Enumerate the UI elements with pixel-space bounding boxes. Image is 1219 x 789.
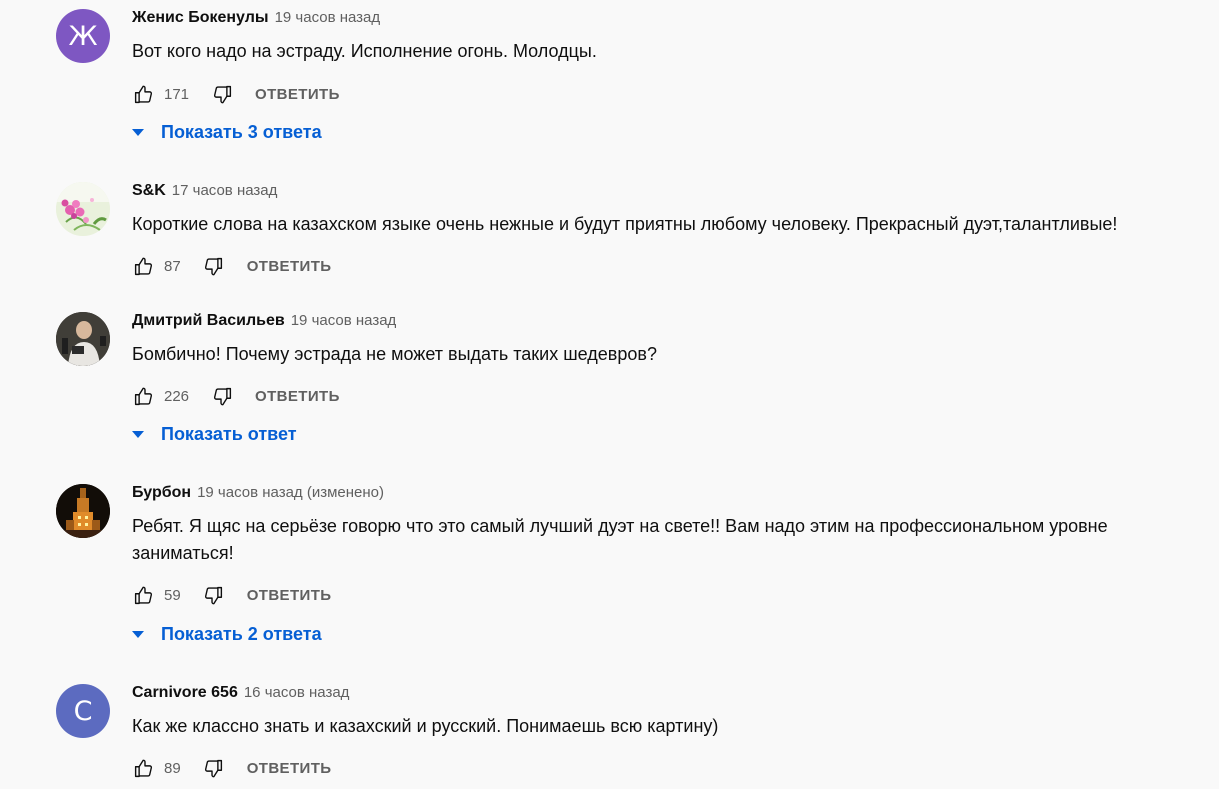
comment-author[interactable]: Дмитрий Васильев	[132, 312, 285, 330]
like-button[interactable]	[132, 757, 154, 779]
like-button[interactable]	[132, 83, 154, 105]
like-button[interactable]	[132, 584, 154, 606]
dislike-button[interactable]	[211, 83, 233, 105]
comment-time[interactable]: 17 часов назад	[172, 182, 278, 199]
comment-text: Бомбично! Почему эстрада не может выдать…	[132, 344, 657, 364]
avatar[interactable]	[56, 484, 110, 538]
thumbs-down-icon	[205, 586, 223, 604]
comment-text: Короткие слова на казахском языке очень …	[132, 214, 1118, 234]
avatar[interactable]	[56, 312, 110, 366]
caret-down-icon	[132, 430, 144, 438]
avatar[interactable]	[56, 182, 110, 236]
show-replies-button[interactable]: Показать 3 ответа	[131, 119, 322, 145]
reply-button[interactable]: ОТВЕТИТЬ	[255, 86, 340, 103]
comment-text: Как же классно знать и казахский и русск…	[132, 716, 719, 736]
like-button[interactable]	[132, 385, 154, 407]
show-replies-button[interactable]: Показать ответ	[131, 421, 297, 447]
dislike-button[interactable]	[203, 757, 225, 779]
show-replies-label: Показать ответ	[161, 423, 297, 444]
caret-down-icon	[132, 630, 144, 638]
like-count: 226	[164, 387, 190, 405]
like-button[interactable]	[132, 255, 154, 277]
caret-down-icon	[132, 128, 144, 136]
dislike-button[interactable]	[203, 584, 225, 606]
reply-button[interactable]: ОТВЕТИТЬ	[247, 258, 332, 275]
comment-action-bar: 59 ОТВЕТИТЬ	[132, 583, 331, 607]
comment-author[interactable]: S&K	[132, 182, 166, 200]
show-replies-label: Показать 2 ответа	[161, 623, 322, 644]
comment-time[interactable]: 16 часов назад	[244, 684, 350, 701]
like-count: 59	[164, 586, 181, 604]
thumbs-up-icon	[134, 759, 152, 777]
comment-text: Ребят. Я щяс на серьёзе говорю что это с…	[132, 516, 1108, 563]
thumbs-up-icon	[134, 257, 152, 275]
thumbs-up-icon	[134, 387, 152, 405]
comment-text: Вот кого надо на эстраду. Исполнение ого…	[132, 41, 597, 61]
reply-button[interactable]: ОТВЕТИТЬ	[247, 587, 332, 604]
show-replies-label: Показать 3 ответа	[161, 121, 322, 142]
avatar-letter: C	[73, 695, 93, 727]
dislike-button[interactable]	[203, 255, 225, 277]
avatar-letter: Ж	[68, 20, 98, 52]
man-photo	[56, 312, 110, 366]
like-count: 87	[164, 257, 181, 275]
comment-author[interactable]: Женис Бокенулы	[132, 9, 269, 27]
comment-action-bar: 226 ОТВЕТИТЬ	[132, 384, 340, 408]
show-replies-button[interactable]: Показать 2 ответа	[131, 621, 322, 647]
comment-action-bar: 87 ОТВЕТИТЬ	[132, 254, 331, 278]
dislike-button[interactable]	[211, 385, 233, 407]
thumbs-down-icon	[213, 85, 231, 103]
reply-button[interactable]: ОТВЕТИТЬ	[247, 760, 332, 777]
like-count: 89	[164, 759, 181, 777]
comment-action-bar: 89 ОТВЕТИТЬ	[132, 756, 331, 780]
flowers-photo	[56, 182, 110, 236]
avatar[interactable]: C	[56, 684, 110, 738]
thumbs-up-icon	[134, 85, 152, 103]
comment-author[interactable]: Carnivore 656	[132, 684, 238, 702]
thumbs-down-icon	[213, 387, 231, 405]
reply-button[interactable]: ОТВЕТИТЬ	[255, 388, 340, 405]
thumbs-down-icon	[205, 257, 223, 275]
avatar[interactable]: Ж	[56, 9, 110, 63]
thumbs-up-icon	[134, 586, 152, 604]
comment-action-bar: 171 ОТВЕТИТЬ	[132, 82, 340, 106]
like-count: 171	[164, 85, 190, 103]
thumbs-down-icon	[205, 759, 223, 777]
comment-time[interactable]: 19 часов назад	[291, 312, 397, 329]
comment-time[interactable]: 19 часов назад	[275, 9, 381, 26]
comment-time[interactable]: 19 часов назад (изменено)	[197, 484, 384, 501]
night-tower-photo	[56, 484, 110, 538]
comment-author[interactable]: Бурбон	[132, 484, 191, 502]
